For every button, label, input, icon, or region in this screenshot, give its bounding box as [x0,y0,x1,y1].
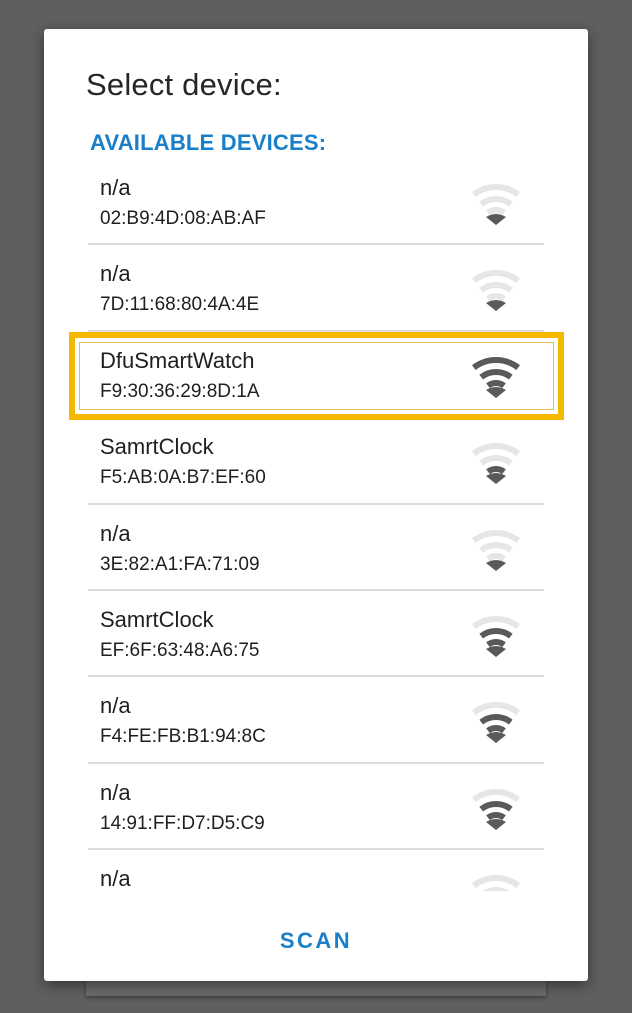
device-row[interactable]: n/a 7D:11:68:80:4A:4E [88,245,544,332]
device-row[interactable]: DfuSmartWatch F9:30:36:29:8D:1A [88,332,544,419]
wifi-signal-icon [460,866,532,891]
device-name: SamrtClock [100,606,214,632]
scan-button[interactable]: SCAN [256,921,376,961]
wifi-signal-icon [460,521,532,577]
device-row[interactable]: n/a 02:B9:4D:08:AB:AF [88,159,544,246]
dialog-title: Select device: [86,67,282,102]
wifi-signal-icon [460,607,532,663]
device-address: 3E:82:A1:FA:71:09 [100,553,260,575]
device-name: n/a [100,520,131,546]
device-list[interactable]: n/a 02:B9:4D:08:AB:AF n/a 7D:11:68:80:4A:4E… [88,159,544,891]
wifi-signal-icon [460,780,532,836]
wifi-signal-icon [460,261,532,317]
device-address: 02:B9:4D:08:AB:AF [100,208,266,229]
device-name: SamrtClock [100,434,214,460]
device-name: DfuSmartWatch [100,347,255,373]
device-name: n/a [100,866,131,891]
device-row[interactable]: n/a 14:91:FF:D7:D5:C9 [88,764,544,851]
wifi-signal-icon [460,175,532,231]
device-address: F9:30:36:29:8D:1A [100,380,260,402]
device-address: F5:AB:0A:B7:EF:60 [100,467,266,489]
device-name: n/a [100,175,131,200]
select-device-dialog: Select device: AVAILABLE DEVICES: n/a 02:… [44,29,588,981]
device-address: 14:91:FF:D7:D5:C9 [100,812,265,834]
device-name: n/a [100,779,131,805]
device-name: n/a [100,693,131,719]
device-row[interactable]: n/a 3E:82:A1:FA:71:09 [88,505,544,591]
device-row[interactable]: n/a [88,850,544,891]
device-address: F4:FE:FB:B1:94:8C [100,726,266,748]
device-address: 7D:11:68:80:4A:4E [100,294,260,316]
device-row[interactable]: SamrtClock F5:AB:0A:B7:EF:60 [88,418,544,505]
wifi-signal-icon [460,348,532,404]
wifi-signal-icon [460,434,532,490]
device-row[interactable]: SamrtClock EF:6F:63:48:A6:75 [88,591,544,678]
device-row[interactable]: n/a F4:FE:FB:B1:94:8C [88,677,544,764]
device-name: n/a [100,261,131,287]
wifi-signal-icon [460,693,532,749]
device-address: EF:6F:63:48:A6:75 [100,639,260,661]
available-devices-header: AVAILABLE DEVICES: [90,130,327,155]
